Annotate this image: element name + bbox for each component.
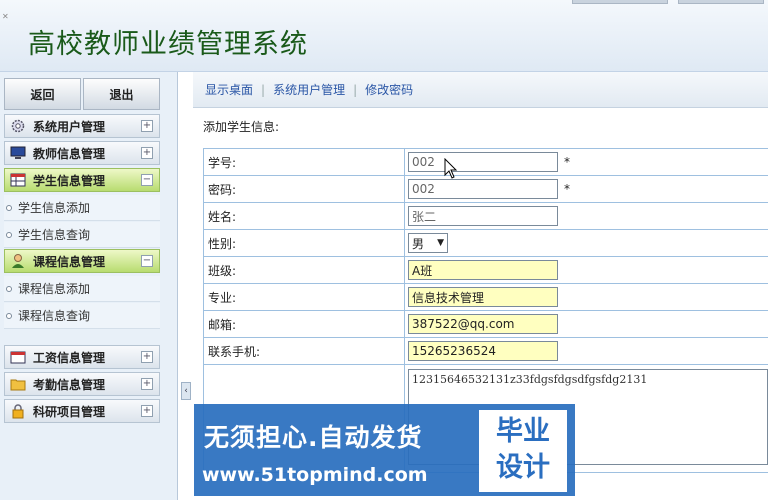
form-row: 密码: 002 * [203,175,768,203]
bullet-icon [6,231,12,238]
form-row: 性别: 男 ▼ [203,229,768,257]
badge-text: 设计 [496,452,550,483]
sidebar-item-student-query[interactable]: 学生信息查询 [4,222,160,248]
sidebar-collapse-button[interactable]: ‹ [181,382,191,400]
required-mark: * [564,181,570,196]
watermark-banner: 无须担心.自动发货 www.51topmind.com 毕业 设计 [194,404,575,496]
nav-separator: | [353,82,358,97]
form-row: 学号: 002 * [203,148,768,176]
form-row: 专业: 信息技术管理 [203,283,768,311]
badge-text: 毕业 [496,416,550,447]
student-id-input[interactable]: 002 [408,152,558,172]
field-label: 性别: [203,229,405,257]
nav-link-system-users[interactable]: 系统用户管理 [273,81,345,98]
sidebar-item-label: 学生信息添加 [18,201,91,215]
form-row: 班级: A班 [203,256,768,284]
table-icon [9,172,27,188]
app-header: ✕ 高校教师业绩管理系统 [0,0,768,72]
window-tab[interactable] [678,0,764,4]
sidebar-group-courses[interactable]: 课程信息管理 − [4,249,160,273]
field-label: 班级: [203,256,405,284]
person-icon [9,253,27,269]
sidebar-group-label: 学生信息管理 [33,173,106,188]
field-label: 联系手机: [203,337,405,365]
gear-icon [9,118,27,134]
required-mark: * [564,154,570,169]
password-input[interactable]: 002 [408,179,558,199]
sidebar-group-label: 系统用户管理 [33,119,106,134]
sidebar-item-label: 课程信息添加 [18,282,91,296]
sidebar-group-salary[interactable]: 工资信息管理 + [4,345,160,369]
nav-link-desktop[interactable]: 显示桌面 [205,81,253,98]
collapse-icon[interactable]: − [141,174,153,186]
sidebar-group-attendance[interactable]: 考勤信息管理 + [4,372,160,396]
field-label: 学号: [203,148,405,176]
back-button[interactable]: 返回 [4,78,81,110]
sidebar-group-label: 课程信息管理 [33,254,106,269]
dropdown-arrow-icon: ▼ [437,238,444,248]
lock-icon [9,403,27,419]
field-label: 专业: [203,283,405,311]
top-nav: 显示桌面 | 系统用户管理 | 修改密码 [193,72,768,108]
sidebar-item-label: 课程信息查询 [18,309,91,323]
sidebar-group-teachers[interactable]: 教师信息管理 + [4,141,160,165]
gender-value: 男 [412,236,425,251]
form-row: 联系手机: 15265236524 [203,337,768,365]
expand-icon[interactable]: + [141,120,153,132]
form-row: 邮箱: 387522@qq.com [203,310,768,338]
phone-input[interactable]: 15265236524 [408,341,558,361]
field-label: 密码: [203,175,405,203]
watermark-badge: 毕业 设计 [479,410,567,492]
sidebar-group-students[interactable]: 学生信息管理 − [4,168,160,192]
form-row: 姓名: 张二 [203,202,768,230]
sidebar-group-label: 考勤信息管理 [33,377,106,392]
sidebar-group-label: 教师信息管理 [33,146,106,161]
sidebar-item-student-add[interactable]: 学生信息添加 [4,195,160,221]
mouse-cursor-icon [444,158,458,179]
folder-icon [9,376,27,392]
sidebar-group-research[interactable]: 科研项目管理 + [4,399,160,423]
bullet-icon [6,204,12,211]
nav-link-change-password[interactable]: 修改密码 [365,81,413,98]
major-input[interactable]: 信息技术管理 [408,287,558,307]
sidebar-group-system-users[interactable]: 系统用户管理 + [4,114,160,138]
watermark-text: 无须担心.自动发货 [204,423,423,452]
expand-icon[interactable]: + [141,378,153,390]
name-input[interactable]: 张二 [408,206,558,226]
sidebar-item-label: 学生信息查询 [18,228,91,242]
bullet-icon [6,312,12,319]
sidebar-group-label: 科研项目管理 [33,404,106,419]
field-label: 邮箱: [203,310,405,338]
expand-icon[interactable]: + [141,405,153,417]
close-icon[interactable]: ✕ [2,12,9,21]
field-label: 姓名: [203,202,405,230]
expand-icon[interactable]: + [141,147,153,159]
app-title: 高校教师业绩管理系统 [28,29,308,60]
sidebar-item-course-add[interactable]: 课程信息添加 [4,276,160,302]
gender-select[interactable]: 男 ▼ [408,233,448,253]
logout-button[interactable]: 退出 [83,78,160,110]
sidebar: 返回 退出 系统用户管理 + 教师信息管理 + 学生信息管理 − 学生信息添加 … [0,72,178,500]
expand-icon[interactable]: + [141,351,153,363]
bullet-icon [6,285,12,292]
form-title: 添加学生信息: [203,120,280,134]
watermark-url: www.51topmind.com [202,464,428,486]
monitor-icon [9,145,27,161]
nav-separator: | [261,82,266,97]
email-input[interactable]: 387522@qq.com [408,314,558,334]
sidebar-item-course-query[interactable]: 课程信息查询 [4,303,160,329]
calendar-icon [9,349,27,365]
collapse-icon[interactable]: − [141,255,153,267]
class-input[interactable]: A班 [408,260,558,280]
window-tab[interactable] [572,0,668,4]
sidebar-group-label: 工资信息管理 [33,350,106,365]
